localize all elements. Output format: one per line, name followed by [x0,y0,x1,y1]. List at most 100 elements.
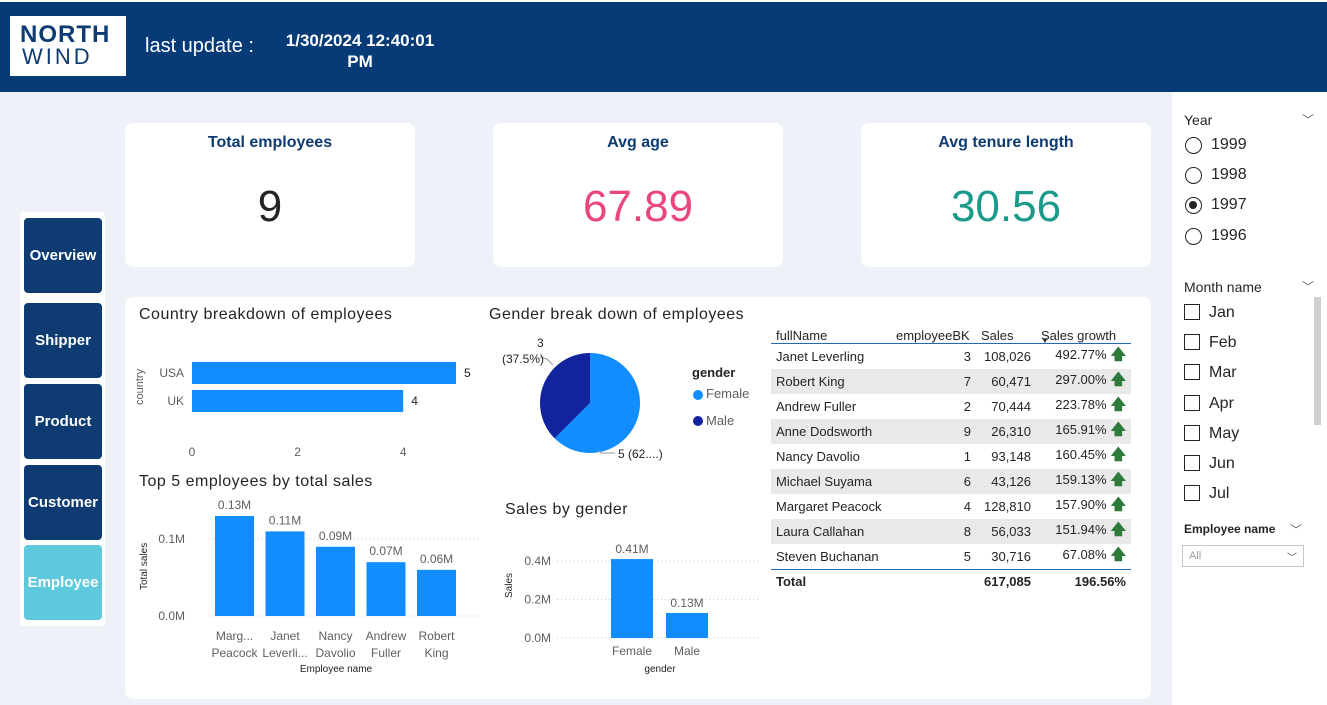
last-update-value: 1/30/2024 12:40:01 PM [270,30,450,72]
month-option-label[interactable]: Jul [1209,485,1229,503]
chevron-down-icon[interactable]: ﹀ [1290,521,1302,538]
up-arrow-icon: 🡅 [1110,420,1126,438]
top5-x-tick-line1: Andrew [366,629,407,643]
year-radio-1996[interactable] [1185,228,1202,245]
legend-label-female[interactable]: Female [706,386,749,401]
cell-growth-value: 223.78% [1055,396,1107,412]
gsales-y-tick: 0.4M [524,554,551,568]
country-bar[interactable] [192,362,456,384]
month-checkbox[interactable] [1184,304,1200,320]
cell-sales: 56,033 [976,518,1036,544]
month-scrollbar[interactable] [1314,297,1321,425]
gender-pie-title: Gender break down of employees [489,306,745,323]
cell-growth-value: 492.77% [1055,346,1107,362]
cell-employeebk: 4 [963,498,971,514]
top5-bar[interactable] [366,562,406,616]
table-row[interactable]: Nancy Davolio 1 93,148 160.45% 🡅 [771,444,1131,469]
month-checkbox[interactable] [1184,364,1200,380]
gsales-bar[interactable] [611,559,653,638]
cell-employeebk: 9 [891,418,976,444]
month-checkbox[interactable] [1184,485,1200,501]
up-arrow-icon: 🡅 [1110,395,1126,413]
logo-text-bottom: WIND [22,44,93,69]
col-header-employeebk[interactable]: employeeBK [891,315,976,343]
table-header-row: fullName employeeBK Sales Sales growth ▼ [771,315,1131,345]
top5-y-tick: 0.0M [158,609,185,623]
chevron-down-icon[interactable]: ﹀ [1302,278,1314,295]
country-bar-data-label: 4 [411,394,418,408]
year-radio-1999[interactable] [1185,137,1202,154]
gender-sales-bar-chart[interactable]: 0.4M 0.2M 0.0M 0.41M Female 0.13M Male gender [515,530,765,680]
table-row[interactable]: Margaret Peacock 4 128,810 157.90% 🡅 [771,494,1131,519]
nav-product-button[interactable]: Product [24,384,102,459]
month-option-label[interactable]: Feb [1209,334,1237,352]
cell-sales-growth: 297.00% 🡅 [1036,368,1131,394]
nav-employee-button[interactable]: Employee [24,545,102,620]
cell-sales-growth: 67.08% 🡅 [1036,544,1131,570]
year-option-label[interactable]: 1999 [1211,136,1247,154]
table-row[interactable]: Michael Suyama 6 43,126 159.13% 🡅 [771,468,1131,494]
up-arrow-icon: 🡅 [1110,520,1126,538]
cell-fullname: Robert King [771,368,891,394]
employee-dropdown[interactable]: All ﹀ [1182,545,1304,567]
last-update-label: last update : [145,35,254,57]
country-bar[interactable] [192,390,404,412]
table-row[interactable]: Steven Buchanan 5 30,716 67.08% 🡅 [771,544,1131,570]
table-row[interactable]: Andrew Fuller 2 70,444 223.78% 🡅 [771,394,1131,419]
cell-growth-value: 151.94% [1055,521,1107,537]
top5-bar[interactable] [265,531,305,616]
top5-bar-data-label: 0.07M [369,544,402,558]
year-option-label[interactable]: 1997 [1211,196,1247,214]
year-radio-1997[interactable] [1185,197,1202,214]
year-option-label[interactable]: 1996 [1211,227,1247,245]
cell-total-label: Total [771,568,891,593]
employee-dropdown-value: All [1189,550,1202,562]
cell-sales-growth: 159.13% 🡅 [1036,468,1131,494]
month-option-label[interactable]: Jun [1209,455,1235,473]
cell-sales-growth: 157.90% 🡅 [1036,494,1131,519]
month-checkbox[interactable] [1184,395,1200,411]
gsales-bar[interactable] [666,612,708,638]
month-option-label[interactable]: Mar [1209,364,1237,382]
kpi-value: 30.56 [950,182,1062,231]
col-header-sales-growth-label: Sales growth [1041,327,1117,343]
top5-bar-chart[interactable]: 0.1M 0.0M 0.13M Marg... Peacock 0.11M Janet Lev… [150,500,480,680]
gsales-y-tick: 0.0M [524,631,551,645]
legend-label-male[interactable]: Male [706,413,734,428]
country-bar-chart[interactable]: USA 5 UK 4 0 2 4 [150,352,490,462]
month-checkbox[interactable] [1184,334,1200,350]
table-row[interactable]: Laura Callahan 8 56,033 151.94% 🡅 [771,518,1131,544]
nav-overview-button[interactable]: Overview [24,218,102,293]
chevron-down-icon[interactable]: ﹀ [1302,111,1314,128]
month-option-label[interactable]: Apr [1209,395,1234,413]
col-header-fullname[interactable]: fullName [771,315,891,343]
table-row[interactable]: Anne Dodsworth 9 26,310 165.91% 🡅 [771,418,1131,444]
top5-bar[interactable] [215,516,254,616]
cell-employeebk: 6 [891,468,976,494]
table-row[interactable]: Robert King 7 60,471 297.00% 🡅 [771,368,1131,394]
top5-x-tick-line2: Davolio [315,646,355,660]
top5-bar-data-label: 0.13M [218,500,251,512]
country-category-label: USA [159,366,184,380]
cell-sales: 108,026 [984,348,1031,364]
pie-label-male-pct: (37.5%) [502,352,545,366]
col-header-sales-growth[interactable]: Sales growth ▼ [1036,315,1131,345]
month-checkbox[interactable] [1184,425,1200,441]
year-option-label[interactable]: 1998 [1211,166,1247,184]
month-option-label[interactable]: Jan [1209,304,1235,322]
col-header-sales[interactable]: Sales [976,315,1036,343]
month-option-label[interactable]: May [1209,425,1239,443]
top5-bar[interactable] [316,546,355,616]
kpi-value: 9 [257,182,283,231]
pie-label-female: 5 (62....) [618,447,663,461]
year-radio-1998[interactable] [1185,167,1202,184]
month-checkbox[interactable] [1184,455,1200,471]
nav-shipper-button[interactable]: Shipper [24,303,102,378]
table-row[interactable]: Janet Leverling 3 108,026 492.77% 🡅 [771,343,1131,369]
cell-fullname: Laura Callahan [771,518,891,544]
up-arrow-icon: 🡅 [1110,545,1126,563]
cell-growth-value: 160.45% [1055,446,1107,462]
nav-customer-button[interactable]: Customer [24,465,102,540]
top5-bar[interactable] [417,569,456,616]
top5-x-tick-line1: Robert [418,629,455,643]
